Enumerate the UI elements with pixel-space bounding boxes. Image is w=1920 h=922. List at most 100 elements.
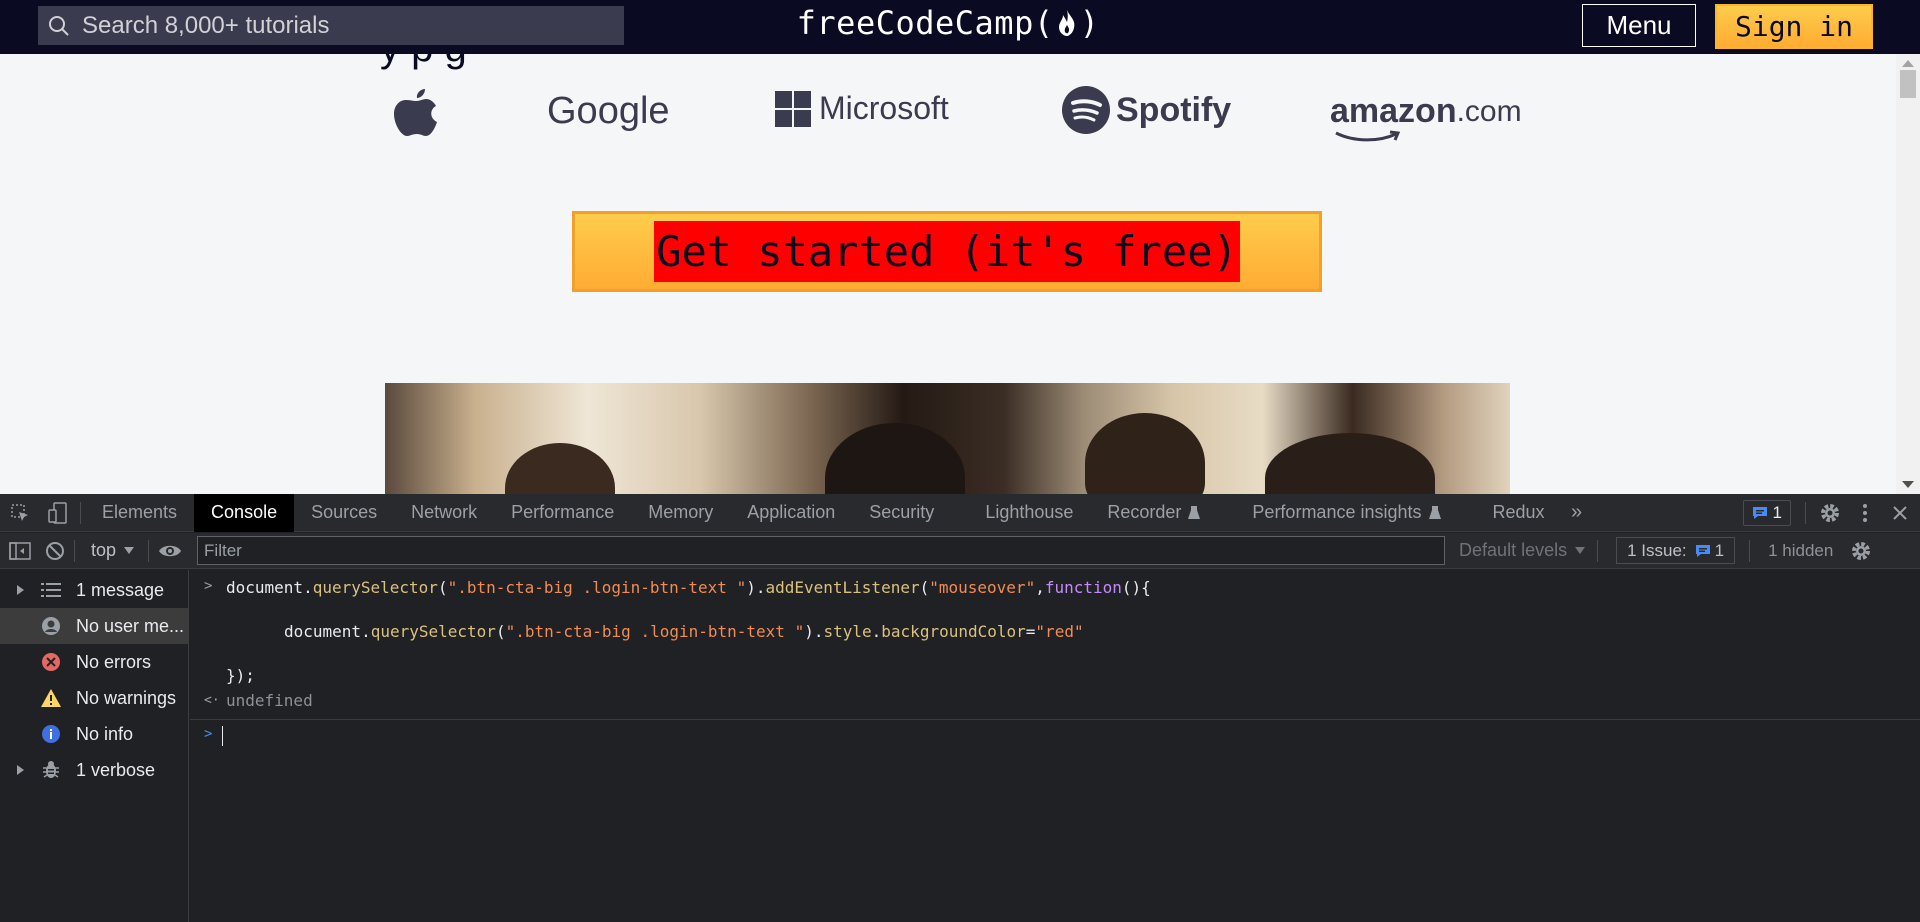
log-levels-dropdown[interactable]: Default levels	[1459, 540, 1586, 561]
apple-icon	[394, 89, 437, 136]
partial-heading: y p g	[380, 54, 467, 71]
sidebar-item-label: No warnings	[76, 687, 177, 708]
microsoft-icon	[775, 90, 811, 127]
message-icon	[1695, 544, 1710, 557]
apple-logo	[392, 84, 440, 138]
hidden-messages-count: 1 hidden	[1768, 540, 1834, 560]
tab-performance-insights[interactable]: Performance insights	[1218, 494, 1458, 532]
tab-recorder[interactable]: Recorder	[1090, 494, 1218, 532]
code-token: (	[919, 578, 930, 597]
code-token: .	[871, 622, 882, 641]
tab-security[interactable]: Security	[852, 494, 968, 532]
sidebar-item-label: 1 message	[76, 579, 165, 600]
issues-badge[interactable]: 1	[1742, 500, 1791, 526]
issues-count: 1	[1714, 540, 1725, 560]
menu-button[interactable]: Menu	[1582, 4, 1696, 47]
scroll-thumb[interactable]	[1900, 70, 1916, 98]
get-started-button[interactable]: Get started (it's free)	[572, 211, 1322, 292]
list-icon	[40, 580, 62, 600]
message-icon	[1752, 507, 1767, 519]
experimental-flask-icon	[1428, 505, 1441, 519]
code-token: ,	[1035, 578, 1045, 597]
code-token: (){	[1121, 578, 1151, 597]
microsoft-wordmark: Microsoft	[819, 90, 949, 126]
console-filter-input[interactable]: Filter	[197, 536, 1446, 565]
code-token: (	[495, 622, 506, 641]
sidebar-item-errors[interactable]: No errors	[0, 644, 188, 680]
tab-lighthouse[interactable]: Lighthouse	[968, 494, 1090, 532]
scroll-down-arrow[interactable]	[1902, 481, 1914, 488]
code-token: ).	[804, 622, 824, 641]
sidebar-toggle-icon[interactable]	[0, 532, 40, 570]
top-navbar: Search 8,000+ tutorials freeCodeCamp( ) …	[0, 0, 1920, 54]
more-tabs-chevron-icon[interactable]: »	[1562, 494, 1592, 532]
device-toolbar-icon[interactable]	[40, 494, 76, 532]
console-input-caret[interactable]	[222, 726, 223, 746]
code-token: "mouseover"	[929, 578, 1036, 597]
console-code-line-1[interactable]: document.querySelector(".btn-cta-big .lo…	[226, 578, 1151, 597]
toolbar-separator	[74, 539, 75, 562]
devtools-panel: Elements Console Sources Network Perform…	[0, 493, 1920, 922]
console-result: undefined	[226, 691, 313, 710]
devtools-right-controls: 1	[1742, 494, 1920, 532]
code-token: document.	[284, 622, 371, 641]
tab-separator	[1805, 502, 1806, 524]
context-selector[interactable]: top	[91, 540, 135, 561]
close-icon[interactable]	[1880, 494, 1920, 532]
expand-triangle-icon[interactable]	[17, 765, 24, 775]
tab-redux[interactable]: Redux	[1459, 494, 1562, 532]
tab-console[interactable]: Console	[194, 493, 295, 532]
code-token: style	[823, 622, 872, 641]
sidebar-item-label: 1 verbose	[76, 759, 156, 780]
code-token: querySelector	[370, 622, 496, 641]
issues-label: 1 Issue:	[1627, 540, 1687, 560]
toolbar-separator	[1597, 539, 1599, 562]
error-icon	[40, 652, 62, 672]
issues-badge-count: 1	[1772, 503, 1782, 522]
tab-performance[interactable]: Performance	[494, 494, 631, 532]
tab-recorder-label: Recorder	[1107, 502, 1182, 522]
sidebar-item-messages[interactable]: 1 message	[0, 572, 188, 608]
console-output[interactable]: > document.querySelector(".btn-cta-big .…	[190, 570, 1920, 922]
tab-application[interactable]: Application	[730, 494, 852, 532]
toolbar-separator	[1749, 539, 1751, 562]
sidebar-item-warnings[interactable]: No warnings	[0, 680, 188, 716]
sidebar-item-user-messages[interactable]: No user me...	[0, 608, 188, 644]
clear-console-icon[interactable]	[40, 532, 70, 570]
amazon-logo: amazon .com	[1330, 92, 1522, 142]
input-prompt-chevron-icon: >	[204, 726, 213, 742]
sidebar-item-info[interactable]: No info	[0, 716, 188, 752]
result-arrow-icon: <·	[204, 693, 220, 708]
dropdown-arrow-icon	[1575, 547, 1586, 554]
sign-in-button[interactable]: Sign in	[1715, 4, 1873, 49]
page-scrollbar[interactable]	[1896, 54, 1920, 494]
google-logo: Google	[547, 90, 670, 133]
code-token: =	[1025, 622, 1036, 641]
tab-network[interactable]: Network	[394, 494, 494, 532]
tab-sources[interactable]: Sources	[294, 494, 394, 532]
spotify-wordmark: Spotify	[1116, 90, 1232, 129]
sidebar-item-verbose[interactable]: 1 verbose	[0, 752, 188, 788]
code-token: function	[1044, 578, 1122, 597]
code-token: addEventListener	[765, 578, 920, 597]
tab-elements[interactable]: Elements	[85, 494, 194, 532]
inspect-element-icon[interactable]	[0, 494, 40, 532]
amazon-smile-icon	[1335, 130, 1401, 142]
page-content: y p g Google Microsoft	[0, 54, 1896, 494]
tab-memory[interactable]: Memory	[631, 494, 730, 532]
code-token: ".btn-cta-big .login-btn-text "	[447, 578, 747, 597]
expand-triangle-icon[interactable]	[17, 585, 24, 595]
console-settings-gear-icon[interactable]	[1841, 532, 1881, 570]
scroll-up-arrow[interactable]	[1902, 60, 1914, 67]
tab-performance-insights-label: Performance insights	[1252, 502, 1422, 522]
settings-gear-icon[interactable]	[1810, 494, 1850, 532]
flame-icon	[1058, 10, 1074, 36]
console-code-line-3[interactable]: });	[226, 666, 255, 685]
more-options-icon[interactable]	[1850, 494, 1880, 532]
google-wordmark: Google	[547, 90, 670, 132]
log-levels-label: Default levels	[1459, 540, 1568, 560]
live-expression-eye-icon[interactable]	[153, 532, 187, 570]
console-code-line-2[interactable]: document.querySelector(".btn-cta-big .lo…	[284, 622, 1084, 641]
issues-button[interactable]: 1 Issue: 1	[1616, 537, 1736, 564]
bug-icon	[40, 760, 62, 780]
